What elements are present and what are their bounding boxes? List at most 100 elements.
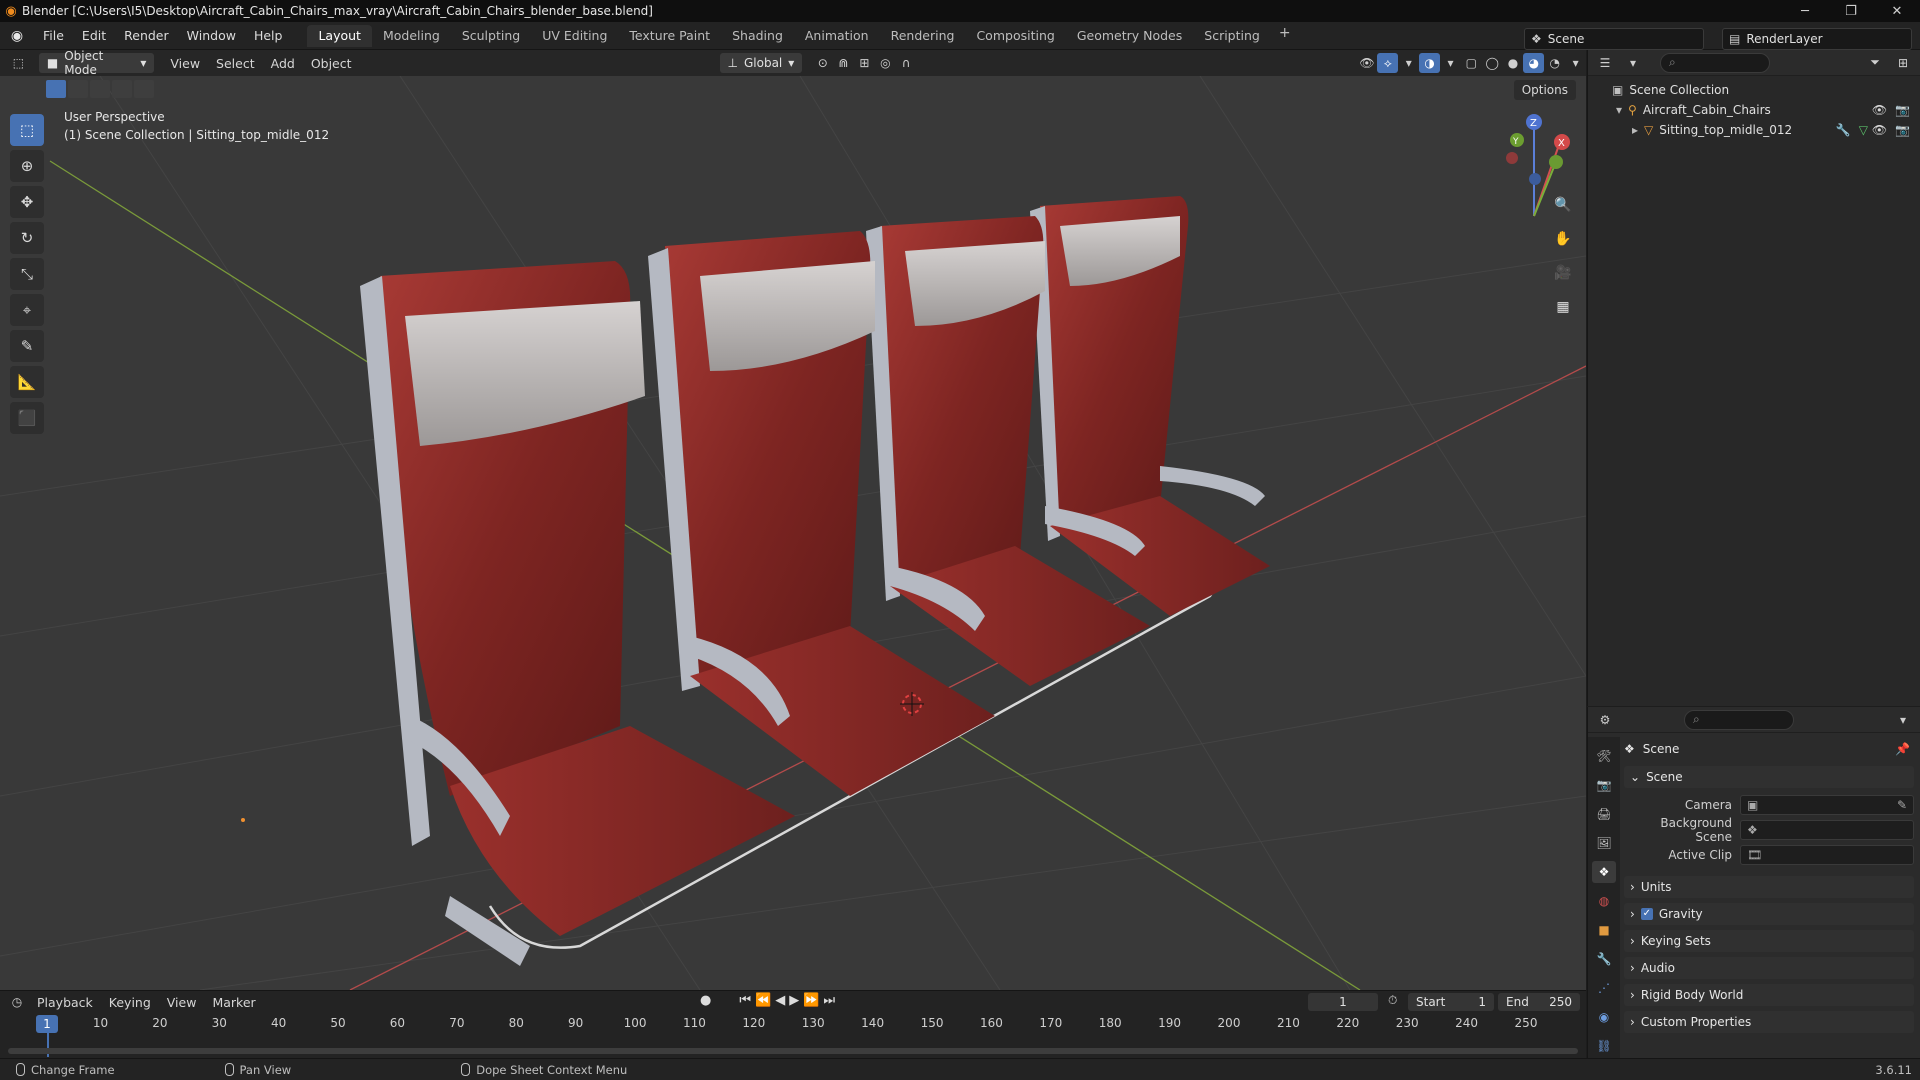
transform-orientation-dropdown[interactable]: ⊥ Global ▾ [719,53,803,73]
outliner-search-input[interactable]: ⌕ [1660,52,1770,73]
jump-end-icon[interactable]: ⏭ [823,993,835,1008]
select-extend-icon[interactable] [68,80,88,98]
tab-sculpting[interactable]: Sculpting [451,25,531,47]
timeline-menu-playback[interactable]: Playback [30,995,100,1010]
new-collection-icon[interactable]: ⊞ [1892,53,1914,73]
camera-view-icon[interactable]: 🎥 [1550,260,1576,286]
mesh-data-icon[interactable]: ▽ [1859,123,1868,137]
timeline-editor-icon[interactable]: ◷ [6,992,28,1012]
select-invert-icon[interactable] [112,80,132,98]
display-mode-icon[interactable]: ▾ [1622,53,1644,73]
view-layer-tab-icon[interactable]: 🖼 [1592,832,1616,854]
rendered-shading-icon[interactable]: ◔ [1544,53,1565,73]
close-icon[interactable]: ✕ [1874,0,1920,22]
cursor-tool-icon[interactable]: ⊕ [10,150,44,182]
view-layer-selector[interactable]: ▤ RenderLayer [1722,28,1912,50]
tab-animation[interactable]: Animation [794,25,880,47]
end-frame-field[interactable]: End 250 [1498,993,1580,1011]
filter-icon[interactable]: ⏷ [1864,53,1886,73]
vp-menu-add[interactable]: Add [263,56,303,71]
move-tool-icon[interactable]: ✥ [10,186,44,218]
keying-sets-panel-header[interactable]: › Keying Sets [1624,930,1914,952]
render-tab-icon[interactable]: 📷 [1592,774,1616,796]
tab-texture-paint[interactable]: Texture Paint [618,25,721,47]
overlay-dropdown-icon[interactable]: ▾ [1440,53,1461,73]
current-frame-field[interactable]: 1 [1308,993,1378,1011]
pivot-icon[interactable]: ⊙ [812,53,833,73]
tab-compositing[interactable]: Compositing [965,25,1065,47]
camera-field[interactable]: ▣ ✎ [1740,794,1914,815]
scene-collection-row[interactable]: ▣ Scene Collection [1588,80,1920,100]
select-box-tool-icon[interactable]: ⬚ [10,114,44,146]
gravity-panel-header[interactable]: › ✓ Gravity [1624,903,1914,925]
annotate-tool-icon[interactable]: ✎ [10,330,44,362]
properties-search-input[interactable]: ⌕ [1684,709,1794,730]
select-intersect-icon[interactable] [134,80,154,98]
vp-menu-object[interactable]: Object [303,56,360,71]
tab-layout[interactable]: Layout [307,24,372,47]
background-scene-field[interactable]: ❖ [1740,819,1914,840]
timeline-scrollbar[interactable] [8,1048,1578,1054]
camera-render-icon[interactable]: 📷 [1895,103,1910,117]
scale-tool-icon[interactable]: ⤡ [10,258,44,290]
mode-dropdown[interactable]: ■ Object Mode ▾ [38,49,155,77]
tab-geometry-nodes[interactable]: Geometry Nodes [1066,25,1193,47]
outliner-item-aircraft-cabin-chairs[interactable]: ▾ ⚲ Aircraft_Cabin_Chairs 👁 📷 [1588,100,1920,120]
object-tab-icon[interactable]: ■ [1592,919,1616,941]
overlay-toggle-icon[interactable]: ◑ [1419,53,1441,73]
transform-tool-icon[interactable]: ⌖ [10,294,44,326]
record-icon[interactable]: ● [700,993,711,1008]
outliner-editor-icon[interactable]: ☰ [1594,53,1616,73]
timeline-menu-keying[interactable]: Keying [102,995,158,1010]
solid-shading-icon[interactable]: ● [1503,53,1524,73]
wrench-icon[interactable]: 🔧 [1836,123,1851,137]
wireframe-shading-icon[interactable]: ◯ [1482,53,1503,73]
menu-render[interactable]: Render [115,25,178,47]
rotate-tool-icon[interactable]: ↻ [10,222,44,254]
active-clip-field[interactable]: 🎞 [1740,844,1914,865]
pin-icon[interactable]: 📌 [1895,742,1910,756]
3d-viewport[interactable]: Z X Y User Perspective (1) Scene Collect… [0,76,1586,990]
proportional-edit-icon[interactable]: ◎ [875,53,896,73]
blender-menu-icon[interactable]: ◉ [0,28,34,44]
play-reverse-icon[interactable]: ◀ [775,993,785,1008]
constraints-tab-icon[interactable]: ⛓ [1592,1035,1616,1057]
vp-menu-select[interactable]: Select [208,56,263,71]
snap-target-icon[interactable]: ⊞ [854,53,875,73]
vp-menu-view[interactable]: View [162,56,208,71]
editor-type-icon[interactable]: ⬚ [8,53,29,73]
scene-panel-header[interactable]: ⌄ Scene [1624,766,1914,788]
tab-scripting[interactable]: Scripting [1193,25,1271,47]
play-icon[interactable]: ▶ [789,993,799,1008]
tab-modeling[interactable]: Modeling [372,25,451,47]
menu-window[interactable]: Window [178,25,245,47]
scene-tab-icon[interactable]: ❖ [1592,861,1616,883]
properties-editor-icon[interactable]: ⚙ [1594,710,1616,730]
expand-chevron-icon[interactable]: ▸ [1632,123,1638,137]
menu-edit[interactable]: Edit [73,25,115,47]
tool-tab-icon[interactable]: 🛠 [1592,745,1616,767]
eye-icon[interactable]: 👁 [1872,123,1887,137]
minimize-icon[interactable]: ─ [1782,0,1828,22]
material-shading-icon[interactable]: ◕ [1523,53,1545,73]
timeline-menu-view[interactable]: View [160,995,204,1010]
snap-icon[interactable]: ⋒ [833,53,854,73]
expand-chevron-icon[interactable]: ▾ [1616,103,1622,117]
select-new-icon[interactable] [46,80,66,98]
chevron-down-icon[interactable]: ▾ [1892,710,1914,730]
falloff-icon[interactable]: ∩ [896,53,917,73]
outliner-item-sitting-top-midle[interactable]: ▸ ▽ Sitting_top_midle_012 🔧 ▽ 👁 📷 [1588,120,1920,140]
rigid-body-world-panel-header[interactable]: › Rigid Body World [1624,984,1914,1006]
modifier-tab-icon[interactable]: 🔧 [1592,948,1616,970]
add-cube-tool-icon[interactable]: ⬛ [10,402,44,434]
menu-help[interactable]: Help [245,25,292,47]
options-button[interactable]: Options [1513,80,1576,100]
world-tab-icon[interactable]: ◍ [1592,890,1616,912]
physics-tab-icon[interactable]: ◉ [1592,1006,1616,1028]
ortho-grid-icon[interactable]: ▦ [1550,294,1576,320]
menu-file[interactable]: File [34,25,73,47]
stopwatch-icon[interactable]: ⏱ [1388,993,1397,1008]
custom-properties-panel-header[interactable]: › Custom Properties [1624,1011,1914,1033]
visibility-icon[interactable]: 👁 [1357,53,1378,73]
measure-tool-icon[interactable]: 📐 [10,366,44,398]
